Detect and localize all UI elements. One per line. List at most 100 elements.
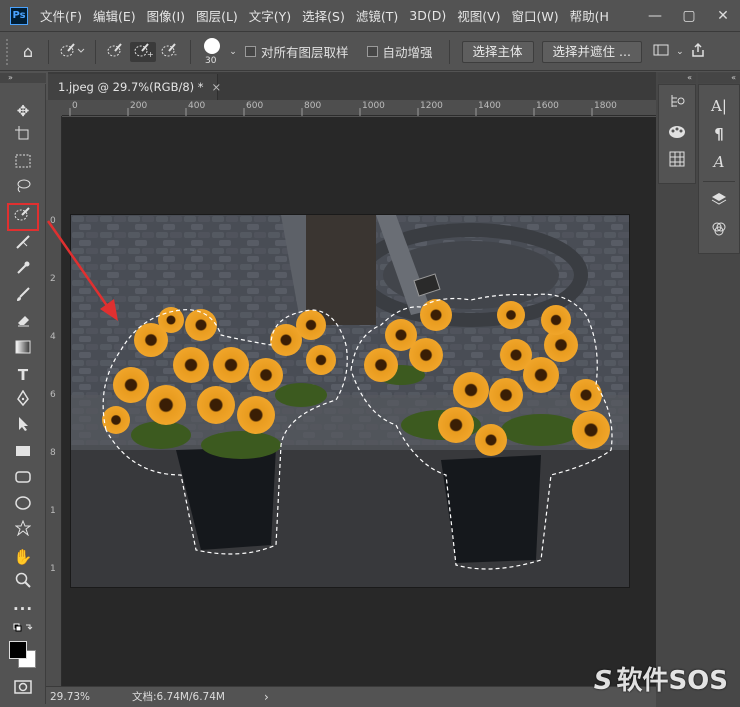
share-icon[interactable]	[686, 42, 710, 62]
options-grip[interactable]	[6, 38, 14, 65]
move-tool-icon[interactable]: ✥	[12, 100, 34, 122]
panel-dock-left	[658, 84, 696, 184]
layers-panel-icon[interactable]	[708, 191, 730, 213]
paragraph-panel-icon[interactable]: ¶	[708, 123, 730, 145]
menu-file[interactable]: 文件(F)	[40, 6, 82, 25]
color-palette-icon[interactable]	[666, 123, 688, 145]
menu-image[interactable]: 图像(I)	[147, 6, 185, 25]
channels-panel-icon[interactable]	[708, 221, 730, 243]
swatches-grid-icon[interactable]	[666, 151, 688, 173]
menu-window[interactable]: 窗口(W)	[512, 6, 559, 25]
maximize-icon[interactable]: ▢	[672, 8, 706, 24]
select-and-mask-button[interactable]: 选择并遮住 ...	[541, 40, 642, 63]
gradient-tool-icon[interactable]	[12, 338, 34, 360]
divider	[448, 39, 450, 64]
foreground-color-swatch[interactable]	[9, 641, 27, 659]
ruler-tick-label: 1000	[362, 101, 385, 111]
subtract-from-selection-icon[interactable]: -	[156, 42, 184, 62]
hand-tool-icon[interactable]: ✋	[12, 546, 34, 568]
quick-mask-icon[interactable]	[12, 678, 34, 700]
sunflower-photo	[71, 215, 629, 587]
more-tools-icon[interactable]: ···	[12, 598, 34, 620]
brush-size-picker[interactable]: 30	[197, 35, 227, 69]
status-menu-arrow[interactable]: ›	[264, 687, 269, 707]
color-swatches[interactable]	[8, 640, 38, 670]
watermark-text: 软件SOS	[616, 666, 728, 696]
vertical-ruler[interactable]: 0 2 4 6 8 1 1	[46, 116, 62, 686]
history-icon[interactable]	[666, 93, 688, 115]
add-to-selection-icon[interactable]: +	[130, 41, 156, 62]
divider	[703, 181, 735, 182]
auto-enhance-checkbox[interactable]	[366, 46, 378, 57]
menu-help[interactable]: 帮助(H	[570, 6, 609, 25]
document-canvas[interactable]	[70, 214, 630, 588]
panel-dock-right: A| ¶ A	[698, 84, 740, 254]
toolbar-collapse-strip[interactable]: »	[0, 73, 46, 83]
menu-select[interactable]: 选择(S)	[302, 6, 345, 25]
divider	[190, 39, 191, 64]
marquee-tool-icon[interactable]	[12, 152, 34, 174]
path-selection-tool-icon[interactable]	[12, 416, 34, 438]
document-tab[interactable]: 1.jpeg @ 29.7%(RGB/8) * ×	[48, 74, 221, 100]
ruler-tick-label: 1800	[594, 101, 617, 111]
menu-edit[interactable]: 编辑(E)	[93, 6, 136, 25]
pen-tool-icon[interactable]	[12, 389, 34, 412]
rounded-rectangle-tool-icon[interactable]	[12, 468, 34, 490]
lasso-tool-icon[interactable]	[12, 178, 34, 200]
custom-shape-tool-icon[interactable]	[12, 519, 34, 542]
ruler-corner[interactable]	[46, 100, 62, 116]
brush-tip-icon	[204, 37, 220, 54]
ruler-tick-label: 0	[72, 101, 78, 111]
close-icon[interactable]: ✕	[706, 8, 740, 24]
eyedropper-tool-icon[interactable]	[12, 260, 34, 282]
crop-tool-icon[interactable]	[12, 234, 34, 256]
menu-type[interactable]: 文字(Y)	[249, 6, 291, 25]
annotation-arrow	[46, 220, 118, 321]
ruler-tick-label: 200	[130, 101, 148, 111]
rectangle-tool-icon[interactable]	[12, 442, 34, 464]
photoshop-logo: Ps	[10, 6, 28, 25]
minimize-icon[interactable]: —	[638, 8, 672, 24]
chevron-down-icon[interactable]: ⌄	[227, 47, 239, 57]
glyphs-panel-icon[interactable]: A	[708, 151, 730, 173]
status-bar: 29.73% 文档:6.74M/6.74M ›	[46, 686, 656, 707]
menu-layer[interactable]: 图层(L)	[196, 6, 238, 25]
horizontal-ruler[interactable]: 0 200 400 600 800 1000 1200 1400 1600 18…	[62, 100, 656, 116]
window-controls: — ▢ ✕	[638, 0, 740, 32]
menu-bar: Ps 文件(F) 编辑(E) 图像(I) 图层(L) 文字(Y) 选择(S) 滤…	[0, 0, 740, 32]
menu-filter[interactable]: 滤镜(T)	[356, 6, 398, 25]
character-panel-icon[interactable]: A|	[708, 95, 730, 117]
close-tab-icon[interactable]: ×	[212, 80, 222, 94]
ruler-tick-label: 1400	[478, 101, 501, 111]
selected-tool-highlight	[7, 203, 39, 231]
eraser-tool-icon[interactable]	[12, 312, 34, 334]
menu-view[interactable]: 视图(V)	[457, 6, 500, 25]
zoom-tool-icon[interactable]	[12, 572, 34, 594]
new-selection-icon[interactable]	[102, 42, 130, 62]
brush-size-value: 30	[205, 55, 217, 66]
type-tool-icon[interactable]: T	[12, 364, 34, 386]
menu-3d[interactable]: 3D(D)	[409, 8, 446, 23]
panel-collapse-strip[interactable]: «	[698, 73, 740, 83]
sample-all-layers-label: 对所有图层取样	[261, 45, 349, 60]
chevron-down-icon[interactable]: ⌄	[674, 47, 686, 57]
document-tab-title: 1.jpeg @ 29.7%(RGB/8) *	[58, 80, 204, 94]
ruler-tick-label: 8	[50, 448, 56, 458]
home-icon[interactable]: ⌂	[14, 42, 42, 61]
ruler-tick-label: 800	[304, 101, 322, 111]
panel-collapse-strip[interactable]: «	[658, 73, 696, 83]
sample-all-layers-checkbox[interactable]	[245, 46, 256, 57]
divider	[95, 39, 96, 64]
workspace-icon[interactable]	[648, 43, 674, 61]
options-bar: ⌂ + - 30 ⌄ 对所有图层取样 自动增强 选择主体 选择并遮住 ... ⌄	[0, 33, 740, 71]
zoom-level[interactable]: 29.73%	[50, 687, 90, 707]
ruler-tick-label: 400	[188, 101, 206, 111]
brush-tool-icon[interactable]	[12, 286, 34, 308]
quick-selection-preset-icon[interactable]	[55, 42, 89, 62]
ellipse-tool-icon[interactable]	[12, 494, 34, 516]
artboard-tool-icon[interactable]	[12, 126, 34, 148]
auto-enhance-label: 自动增强	[382, 45, 433, 60]
ruler-tick-label: 6	[50, 390, 56, 400]
select-subject-button[interactable]: 选择主体	[461, 40, 534, 63]
watermark: S 软件SOS	[594, 660, 728, 697]
